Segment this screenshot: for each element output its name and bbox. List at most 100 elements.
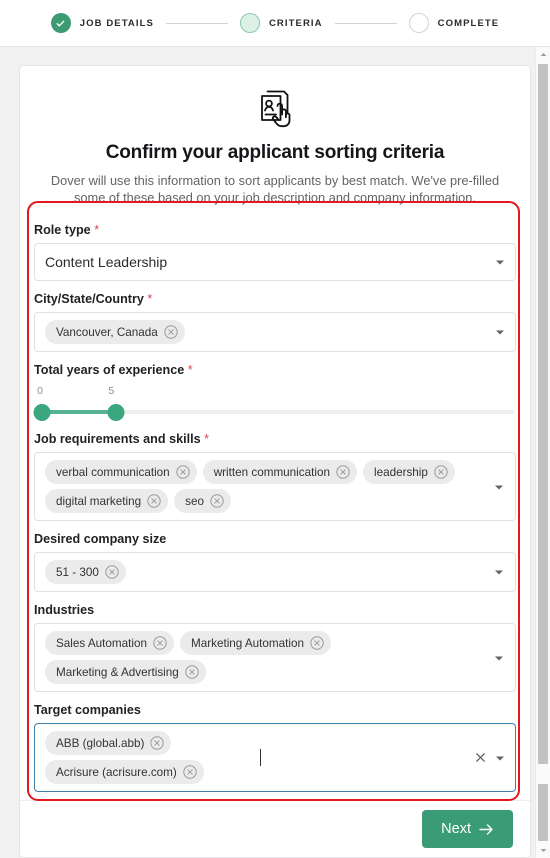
step-complete[interactable]: COMPLETE — [408, 13, 500, 33]
chip-label: seo — [185, 494, 204, 508]
slider-thumb-lower[interactable] — [33, 403, 51, 421]
chip-remove-icon[interactable] — [434, 465, 448, 479]
chip-remove-icon[interactable] — [185, 665, 199, 679]
chip[interactable]: 51 - 300 — [45, 560, 126, 584]
chevron-down-icon[interactable] — [492, 480, 506, 494]
target-companies-select[interactable]: ABB (global.abb) Acrisure (acrisure.com) — [34, 723, 516, 792]
criteria-form: Role type * Content Leadership City/Stat… — [33, 206, 516, 792]
chip-label: written communication — [213, 465, 330, 479]
company-size-select[interactable]: 51 - 300 — [34, 552, 516, 592]
chip-remove-icon[interactable] — [164, 325, 178, 339]
chip-remove-icon[interactable] — [310, 636, 324, 650]
chip-remove-icon[interactable] — [175, 465, 190, 479]
label-location: City/State/Country * — [34, 292, 516, 306]
chip[interactable]: written communication — [202, 460, 357, 484]
chip[interactable]: ABB (global.abb) — [45, 731, 172, 755]
page-scrollbar[interactable] — [535, 47, 550, 858]
chip[interactable]: seo — [174, 489, 231, 513]
field-experience: Total years of experience * 0 5 — [33, 363, 516, 421]
location-select[interactable]: Vancouver, Canada — [34, 312, 516, 352]
industries-chip-list: Sales Automation Marketing Automation Mark… — [45, 628, 487, 687]
step-criteria[interactable]: CRITERIA — [239, 13, 323, 33]
chip[interactable]: Sales Automation — [45, 631, 174, 655]
chevron-down-icon[interactable] — [493, 325, 507, 339]
stepper-steps: JOB DETAILS CRITERIA COMPLETE — [50, 13, 500, 33]
experience-range-slider[interactable]: 0 5 — [33, 383, 516, 421]
scrollbar-down-button[interactable] — [536, 843, 550, 858]
chip[interactable]: Marketing Automation — [179, 631, 332, 655]
chevron-down-icon — [540, 849, 546, 852]
id-card-select-icon — [261, 90, 291, 128]
label-experience-text: Total years of experience — [34, 363, 185, 377]
role-type-select[interactable]: Content Leadership — [34, 243, 516, 281]
skills-chip-list: verbal communication written communicatio… — [45, 457, 487, 516]
check-icon — [56, 20, 65, 26]
chip[interactable]: Marketing & Advertising — [45, 660, 206, 684]
label-industries-text: Industries — [34, 603, 95, 617]
chip[interactable]: verbal communication — [45, 460, 197, 484]
step-label-complete: COMPLETE — [437, 17, 500, 29]
chip-label: 51 - 300 — [56, 565, 99, 579]
scrollbar-thumb[interactable] — [538, 64, 548, 764]
slider-track[interactable] — [33, 403, 514, 421]
scrollbar-up-button[interactable] — [536, 47, 550, 62]
industries-select[interactable]: Sales Automation Marketing Automation Mark… — [34, 623, 516, 692]
chip[interactable]: digital marketing — [45, 489, 169, 513]
chip-label: digital marketing — [56, 494, 142, 508]
chevron-down-icon[interactable] — [492, 565, 506, 579]
chevron-up-icon — [540, 53, 546, 56]
text-cursor — [260, 749, 261, 766]
chip-label: Marketing Automation — [190, 636, 305, 650]
location-chip-list: Vancouver, Canada — [45, 317, 487, 347]
label-industries: Industries — [34, 603, 516, 617]
chip-remove-icon[interactable] — [147, 494, 161, 508]
field-industries: Industries Sales Automation Marketing Aut… — [34, 603, 516, 692]
chip-remove-icon[interactable] — [150, 736, 165, 750]
label-company-size: Desired company size — [34, 532, 516, 546]
page-body: Confirm your applicant sorting criteria … — [0, 47, 550, 858]
slider-tick-min: 0 — [37, 385, 43, 397]
chip-remove-icon[interactable] — [105, 565, 119, 579]
label-target-companies: Target companies — [34, 703, 516, 717]
next-button[interactable]: Next — [422, 810, 513, 848]
label-experience: Total years of experience * — [34, 363, 516, 377]
chip[interactable]: Vancouver, Canada — [45, 320, 185, 344]
slider-tick-labels: 0 5 — [34, 385, 516, 399]
skills-select[interactable]: verbal communication written communicatio… — [34, 452, 516, 521]
step-job-details[interactable]: JOB DETAILS — [50, 13, 154, 33]
field-skills: Job requirements and skills * verbal com… — [34, 432, 516, 521]
chip-remove-icon[interactable] — [336, 465, 350, 479]
required-marker: * — [187, 363, 193, 377]
label-target-companies-text: Target companies — [34, 703, 141, 717]
step-label-criteria: CRITERIA — [268, 17, 323, 29]
chip[interactable]: leadership — [362, 460, 455, 484]
step-circle-done — [50, 13, 71, 33]
chip-label: leadership — [373, 465, 428, 479]
slider-thumb-upper[interactable] — [107, 403, 125, 421]
field-role-type: Role type * Content Leadership — [34, 223, 516, 281]
chevron-down-icon[interactable] — [493, 751, 507, 765]
label-company-size-text: Desired company size — [34, 532, 167, 546]
chevron-down-icon[interactable] — [493, 255, 507, 269]
clear-all-icon[interactable] — [474, 751, 487, 764]
chip-label: Vancouver, Canada — [56, 325, 158, 339]
scrollbar-thumb-secondary[interactable] — [538, 784, 548, 841]
chip[interactable]: Acrisure (acrisure.com) — [45, 760, 204, 784]
chip-remove-icon[interactable] — [153, 636, 167, 650]
chip-label: Acrisure (acrisure.com) — [56, 765, 177, 779]
label-skills-text: Job requirements and skills — [34, 432, 201, 446]
step-label-job-details: JOB DETAILS — [79, 17, 154, 29]
hero-icon-wrap — [34, 86, 516, 130]
label-role-type: Role type * — [34, 223, 516, 237]
criteria-card: Confirm your applicant sorting criteria … — [19, 65, 531, 858]
step-connector-2 — [334, 22, 397, 24]
chip-remove-icon[interactable] — [210, 494, 224, 508]
chip-remove-icon[interactable] — [183, 765, 197, 779]
step-circle-active — [239, 13, 260, 33]
step-circle-todo — [408, 13, 429, 33]
slider-selected-range — [42, 410, 116, 414]
required-marker: * — [204, 432, 209, 446]
card-content: Confirm your applicant sorting criteria … — [20, 66, 530, 857]
chevron-down-icon[interactable] — [492, 651, 506, 665]
chip-label: verbal communication — [56, 465, 170, 479]
